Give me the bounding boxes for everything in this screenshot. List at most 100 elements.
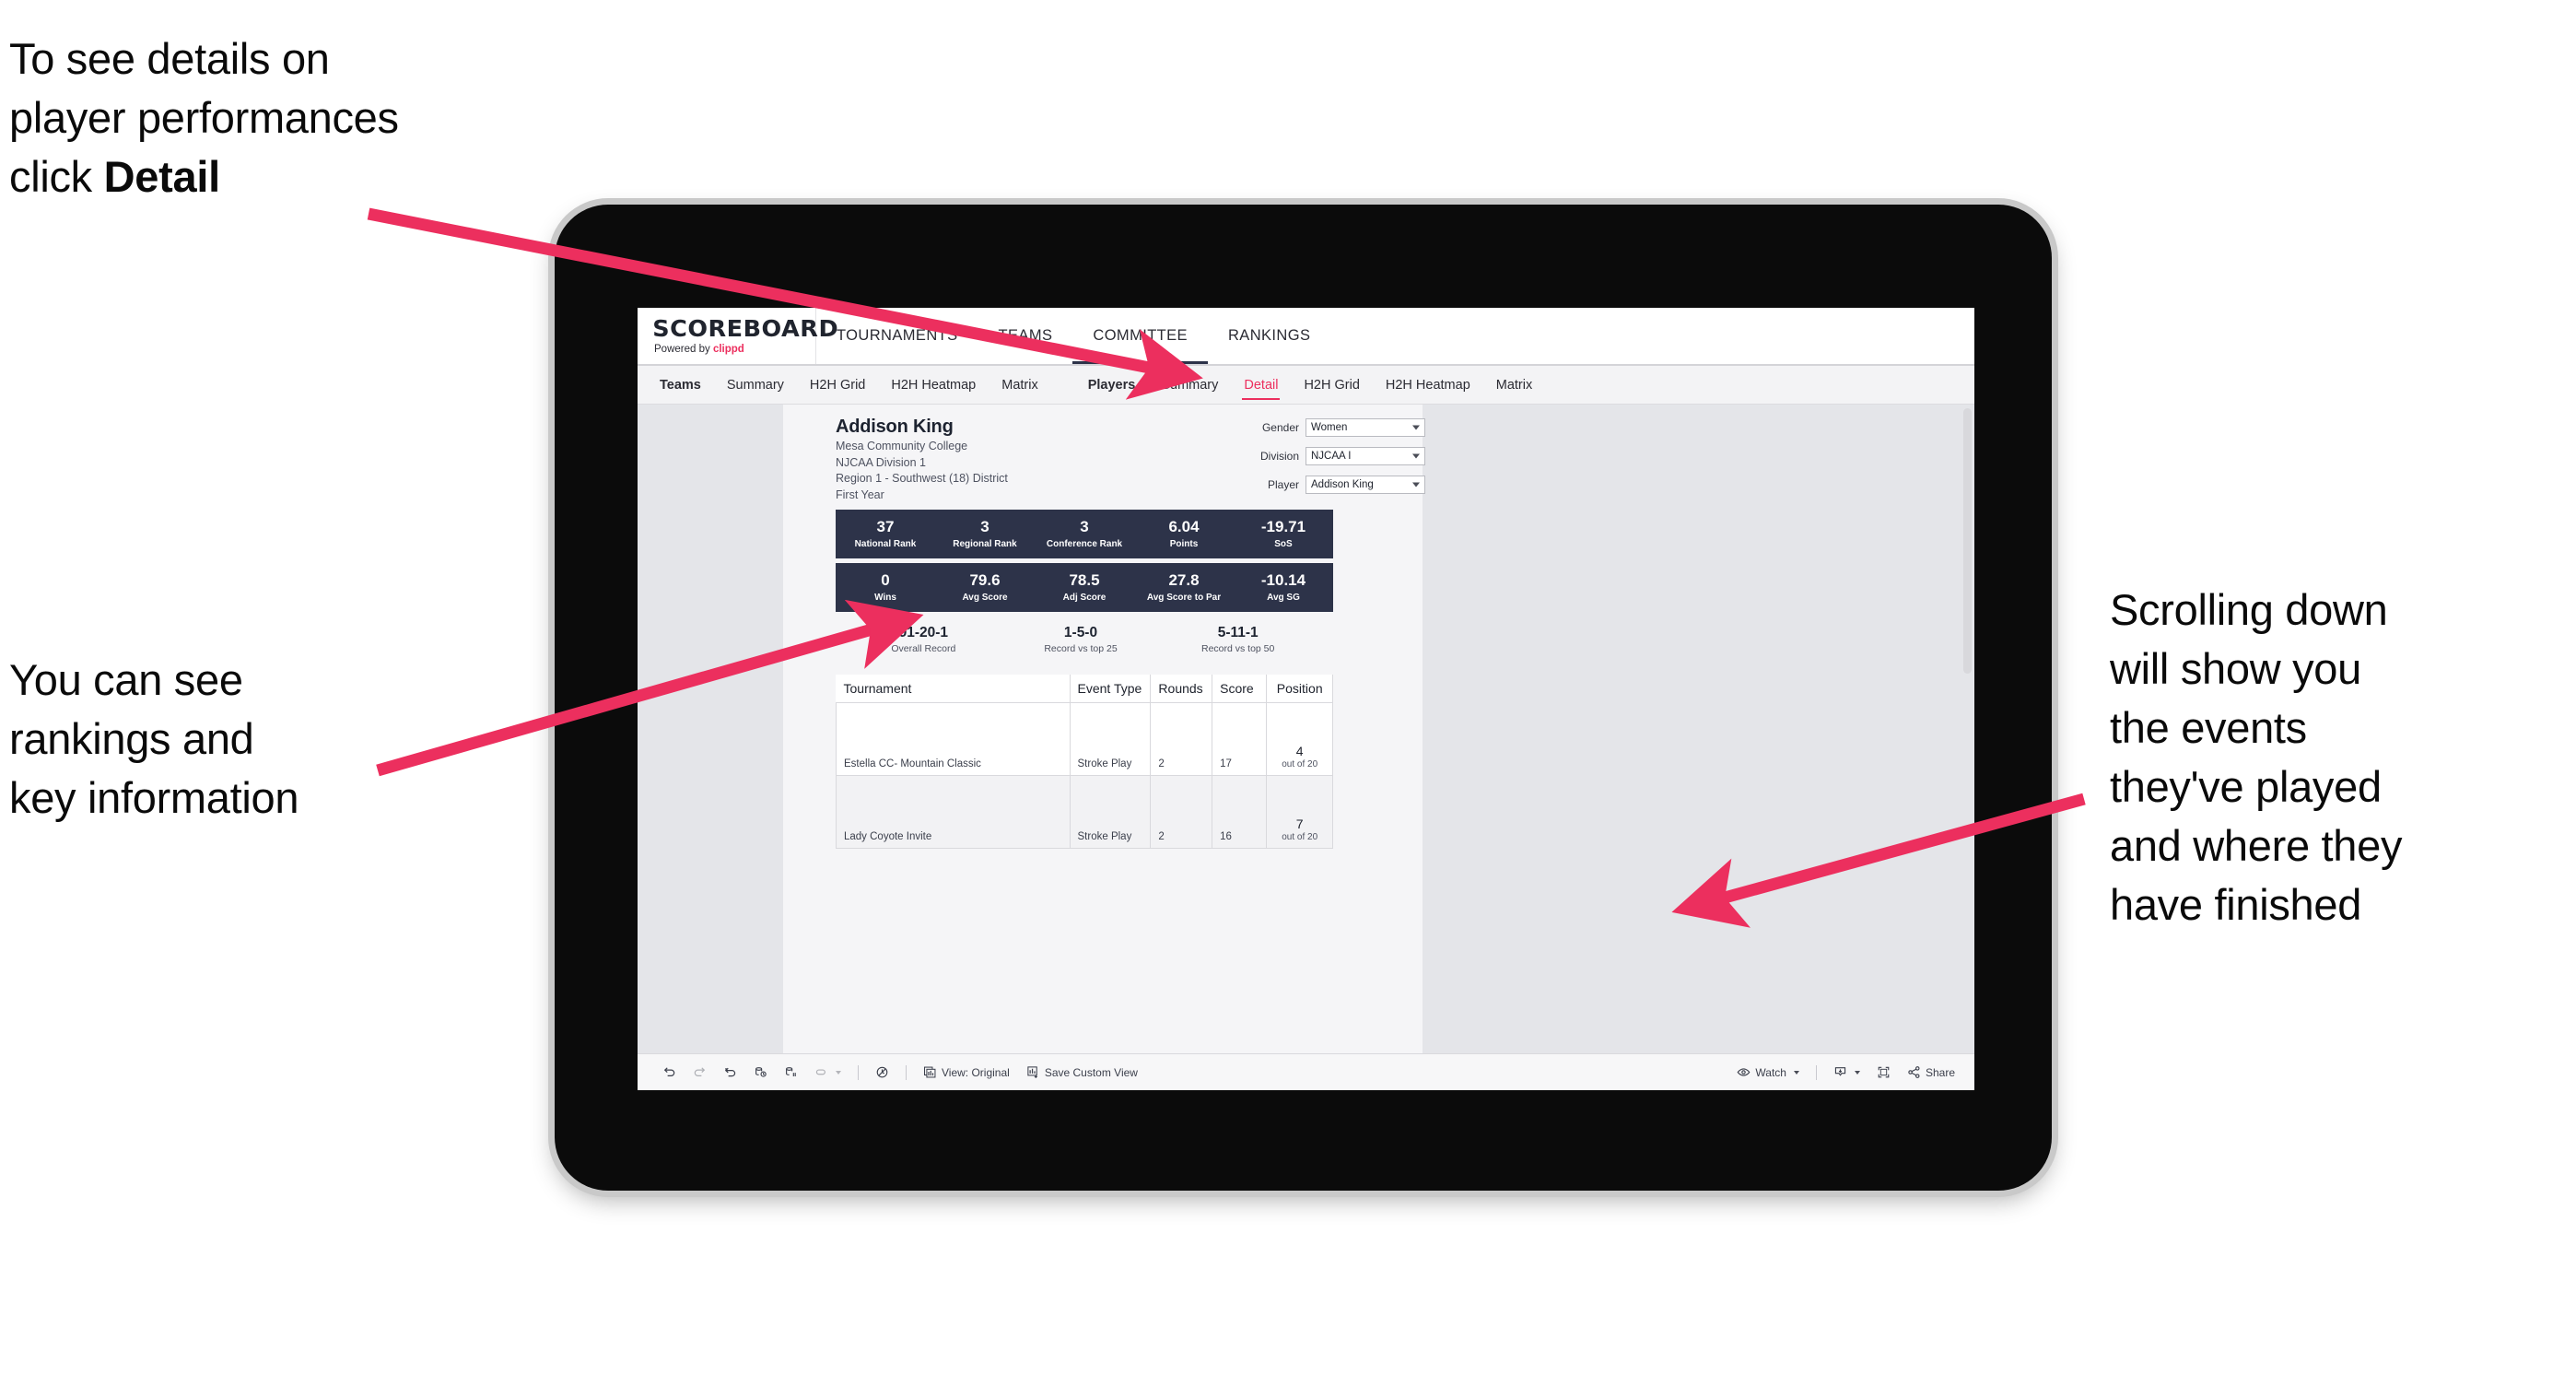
filter-gender-value: Women <box>1311 422 1348 433</box>
stat-value: 6.04 <box>1168 518 1200 536</box>
tab-players-h2h-grid[interactable]: H2H Grid <box>1291 366 1372 404</box>
pause-data-icon <box>784 1065 798 1079</box>
chevron-down-icon <box>1412 453 1420 459</box>
annotation-detail: To see details on player performances cl… <box>9 29 599 206</box>
stat-value: 27.8 <box>1168 571 1200 590</box>
record-label: Record vs top 25 <box>1044 643 1118 654</box>
filter-division-select[interactable]: NJCAA I <box>1306 447 1425 465</box>
stat-regional-rank: 3 Regional Rank <box>935 518 1035 548</box>
tab-players-summary[interactable]: Summary <box>1148 366 1231 404</box>
fullscreen-button[interactable] <box>1868 1054 1899 1090</box>
stat-avg-score-to-par: 27.8 Avg Score to Par <box>1134 571 1234 603</box>
nav-item-committee[interactable]: COMMITTEE <box>1072 308 1208 364</box>
record-value: 1-5-0 <box>1063 625 1098 640</box>
column-header-rounds[interactable]: Rounds <box>1150 675 1213 703</box>
cell-score: 16 <box>1212 775 1268 849</box>
column-header-event-type[interactable]: Event Type <box>1070 675 1152 703</box>
table-row[interactable]: Estella CC- Mountain Classic Stroke Play… <box>836 702 1333 776</box>
filter-player-value: Addison King <box>1311 479 1374 490</box>
vertical-scrollbar[interactable] <box>1963 408 1972 674</box>
view-icon <box>923 1065 937 1079</box>
clock-slash-icon <box>875 1065 889 1079</box>
annotation-scrolling: Scrolling down will show you the events … <box>2110 585 2403 929</box>
stats-band-rankings: 37 National Rank 3 Regional Rank 3 Confe… <box>836 510 1333 558</box>
position-number: 4 <box>1295 744 1304 758</box>
chevron-down-icon <box>836 1070 841 1075</box>
record-value: 5-11-1 <box>1217 625 1259 640</box>
refresh-icon <box>754 1065 767 1079</box>
stat-label: Avg Score <box>962 592 1008 603</box>
stat-conference-rank: 3 Conference Rank <box>1035 518 1134 548</box>
save-custom-view-button[interactable]: Save Custom View <box>1018 1054 1146 1090</box>
download-icon <box>1833 1065 1847 1079</box>
bottom-toolbar: View: Original Save Custom View Watch Sh… <box>638 1053 1974 1090</box>
watch-button[interactable]: Watch <box>1728 1054 1808 1090</box>
annotation-detail-bold: Detail <box>103 151 221 201</box>
filter-gender-select[interactable]: Women <box>1306 418 1425 437</box>
record-vs-top-25: 1-5-0 Record vs top 25 <box>1002 625 1160 654</box>
cell-position: 4 out of 20 <box>1266 702 1333 776</box>
stat-value: 37 <box>876 518 895 536</box>
revert-button[interactable] <box>715 1054 745 1090</box>
cell-rounds: 2 <box>1150 775 1213 849</box>
stat-label: Avg SG <box>1267 592 1300 603</box>
redo-icon <box>693 1065 707 1079</box>
nav-item-tournaments[interactable]: TOURNAMENTS <box>816 308 978 364</box>
filter-player: Player Addison King <box>1224 476 1425 494</box>
tab-players-h2h-heatmap[interactable]: H2H Heatmap <box>1373 366 1483 404</box>
tab-players[interactable]: Players <box>1075 366 1149 404</box>
view-original-label: View: Original <box>942 1065 1010 1079</box>
stat-value: 79.6 <box>969 571 1001 590</box>
primary-nav: TOURNAMENTS TEAMS COMMITTEE RANKINGS <box>816 308 1330 364</box>
stat-wins: 0 Wins <box>836 571 935 602</box>
tab-teams-h2h-grid[interactable]: H2H Grid <box>797 366 878 404</box>
position-subtext: out of 20 <box>1282 832 1318 842</box>
column-header-score[interactable]: Score <box>1212 675 1268 703</box>
annotation-rankings: You can see rankings and key information <box>9 655 299 822</box>
nav-item-rankings[interactable]: RANKINGS <box>1208 308 1330 364</box>
tab-teams-h2h-heatmap[interactable]: H2H Heatmap <box>878 366 989 404</box>
record-value: 91-20-1 <box>898 625 949 640</box>
app-header: SCOREBOARD Powered by clippd TOURNAMENTS… <box>638 308 1974 366</box>
refresh-data-button[interactable] <box>745 1054 776 1090</box>
filter-division-value: NJCAA I <box>1311 451 1352 462</box>
share-button[interactable]: Share <box>1899 1054 1963 1090</box>
toolbar-divider <box>858 1064 859 1080</box>
brand-powered-prefix: Powered by <box>654 344 713 355</box>
chevron-down-icon <box>1854 1070 1860 1075</box>
pause-auto-update-button[interactable] <box>867 1054 897 1090</box>
fullscreen-icon <box>1877 1065 1891 1079</box>
save-custom-view-label: Save Custom View <box>1044 1065 1138 1079</box>
column-header-tournament[interactable]: Tournament <box>836 675 1071 703</box>
redo-button[interactable] <box>685 1054 715 1090</box>
tab-teams-summary[interactable]: Summary <box>714 366 797 404</box>
nav-item-teams[interactable]: TEAMS <box>978 308 1073 364</box>
cell-rounds: 2 <box>1150 702 1213 776</box>
column-header-position[interactable]: Position <box>1266 675 1333 703</box>
table-row[interactable]: Lady Coyote Invite Stroke Play 2 16 7 ou… <box>836 775 1333 849</box>
tab-players-detail[interactable]: Detail <box>1231 366 1291 404</box>
stat-avg-score: 79.6 Avg Score <box>935 571 1035 603</box>
stat-value: -10.14 <box>1260 571 1306 590</box>
undo-button[interactable] <box>654 1054 685 1090</box>
cell-tournament: Lady Coyote Invite <box>836 775 1071 849</box>
watch-label: Watch <box>1755 1065 1786 1079</box>
pause-refresh-button[interactable] <box>806 1054 849 1090</box>
toolbar-divider <box>906 1064 907 1080</box>
stat-value: 3 <box>980 518 989 536</box>
cell-score: 17 <box>1212 702 1268 776</box>
stat-label: National Rank <box>854 538 917 549</box>
tab-players-matrix[interactable]: Matrix <box>1483 366 1545 404</box>
download-button[interactable] <box>1825 1054 1868 1090</box>
stat-label: Avg Score to Par <box>1146 592 1222 603</box>
cell-tournament: Estella CC- Mountain Classic <box>836 702 1071 776</box>
stat-adj-score: 78.5 Adj Score <box>1035 571 1134 602</box>
filter-player-select[interactable]: Addison King <box>1306 476 1425 494</box>
view-original-button[interactable]: View: Original <box>915 1054 1018 1090</box>
tabgroup-players: Players Summary Detail H2H Grid H2H Heat… <box>1075 366 1546 404</box>
pause-data-button[interactable] <box>776 1054 806 1090</box>
tab-teams-matrix[interactable]: Matrix <box>989 366 1050 404</box>
tab-teams[interactable]: Teams <box>647 366 714 404</box>
share-label: Share <box>1925 1065 1955 1079</box>
record-row: 91-20-1 Overall Record 1-5-0 Record vs t… <box>836 625 1333 654</box>
